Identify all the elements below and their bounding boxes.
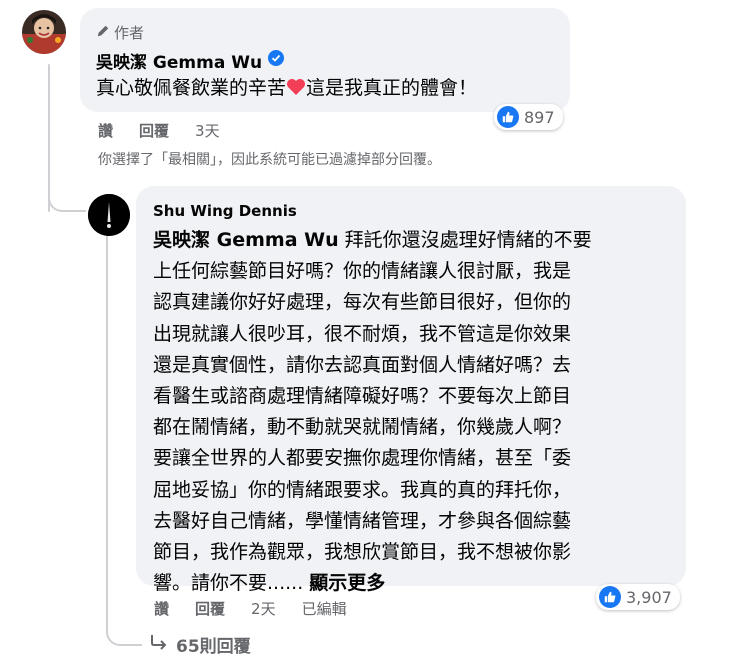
mention-link[interactable]: 吳映潔 Gemma Wu (153, 229, 339, 251)
reply-line: 出現就讓人很吵耳，很不耐煩，我不管這是你效果 (153, 322, 572, 345)
reply-line: 上任何綜藝節目好嗎？你的情緒讓人很討厭，我是 (153, 260, 572, 283)
reply-line: 屈地妥協」你的情緒跟要求。我真的真的拜托你， (153, 478, 572, 501)
author-name-text[interactable]: 吳映潔 Gemma Wu (96, 48, 262, 73)
like-icon (599, 586, 621, 608)
avatar[interactable] (88, 194, 130, 236)
reply-text: 吳映潔 Gemma Wu 拜託你還沒處理好情緒的不要 上任何綜藝節目好嗎？你的情… (153, 225, 673, 599)
thread-connector (48, 172, 86, 212)
reply-button[interactable]: 回覆 (195, 598, 225, 619)
reply-line: 吳映潔 Gemma Wu 拜託你還沒處理好情緒的不要 (153, 229, 592, 251)
reaction-count[interactable]: 897 (494, 104, 563, 130)
reply-arrow-icon (150, 634, 168, 655)
reply-line: 要讓全世界的人都要安撫你處理你情緒，甚至「委 (153, 447, 572, 470)
reply-line: 節目，我作為觀眾，我想欣賞節目，我不想被你影 (153, 541, 572, 564)
reaction-count-value: 3,907 (626, 587, 672, 607)
reaction-count[interactable]: 3,907 (596, 584, 680, 610)
reply-line: 都在鬧情緒，動不動就哭就鬧情緒，你幾歲人啊？ (153, 416, 572, 439)
reply-author-name[interactable]: Shu Wing Dennis (153, 202, 297, 220)
see-more-link[interactable]: 顯示更多 (309, 572, 385, 594)
heart-emoji-icon (286, 77, 306, 99)
edited-label: 已編輯 (301, 600, 347, 618)
author-badge: 作者 (96, 22, 144, 43)
replies-count-label[interactable]: 65則回覆 (176, 632, 251, 657)
view-replies-link[interactable]: 65則回覆 (150, 632, 251, 657)
author-badge-label: 作者 (114, 24, 145, 42)
avatar[interactable] (22, 10, 66, 54)
reply-line: 響。請你不要...... 顯示更多 (153, 572, 386, 595)
like-button[interactable]: 讚 (98, 120, 113, 141)
verified-badge-icon (268, 50, 285, 71)
reply-line: 還是真實個性，請你去認真面對個人情緒好嗎？去 (153, 353, 572, 376)
reply-line: 去醫好自己情緒，學懂情緒管理，才參與各個綜藝 (153, 509, 572, 532)
timestamp[interactable]: 2天 (251, 598, 276, 619)
thread-line-reply (106, 236, 108, 626)
like-button[interactable]: 讚 (154, 598, 169, 619)
like-icon (497, 106, 519, 128)
thread-connector-replies (106, 616, 142, 646)
reaction-count-value: 897 (524, 107, 555, 127)
comment-actions: 讚 回覆 3天 (98, 120, 220, 141)
filter-note: 你選擇了「最相關」，因此系統可能已過濾掉部分回覆。 (98, 152, 441, 168)
reply-line: 認真建議你好好處理，每次有些節目很好，但你的 (153, 291, 572, 314)
timestamp[interactable]: 3天 (195, 120, 220, 141)
reply-line: 看醫生或諮商處理情緒障礙好嗎？不要每次上節目 (153, 385, 572, 408)
comment-text: 真心敬佩餐飲業的辛苦 這是我真正的體會！ (96, 77, 478, 99)
pen-icon (96, 24, 110, 42)
reply-actions: 讚 回覆 2天 已編輯 (154, 598, 347, 619)
comment-author-name[interactable]: 吳映潔 Gemma Wu (96, 48, 285, 73)
reply-button[interactable]: 回覆 (139, 120, 169, 141)
